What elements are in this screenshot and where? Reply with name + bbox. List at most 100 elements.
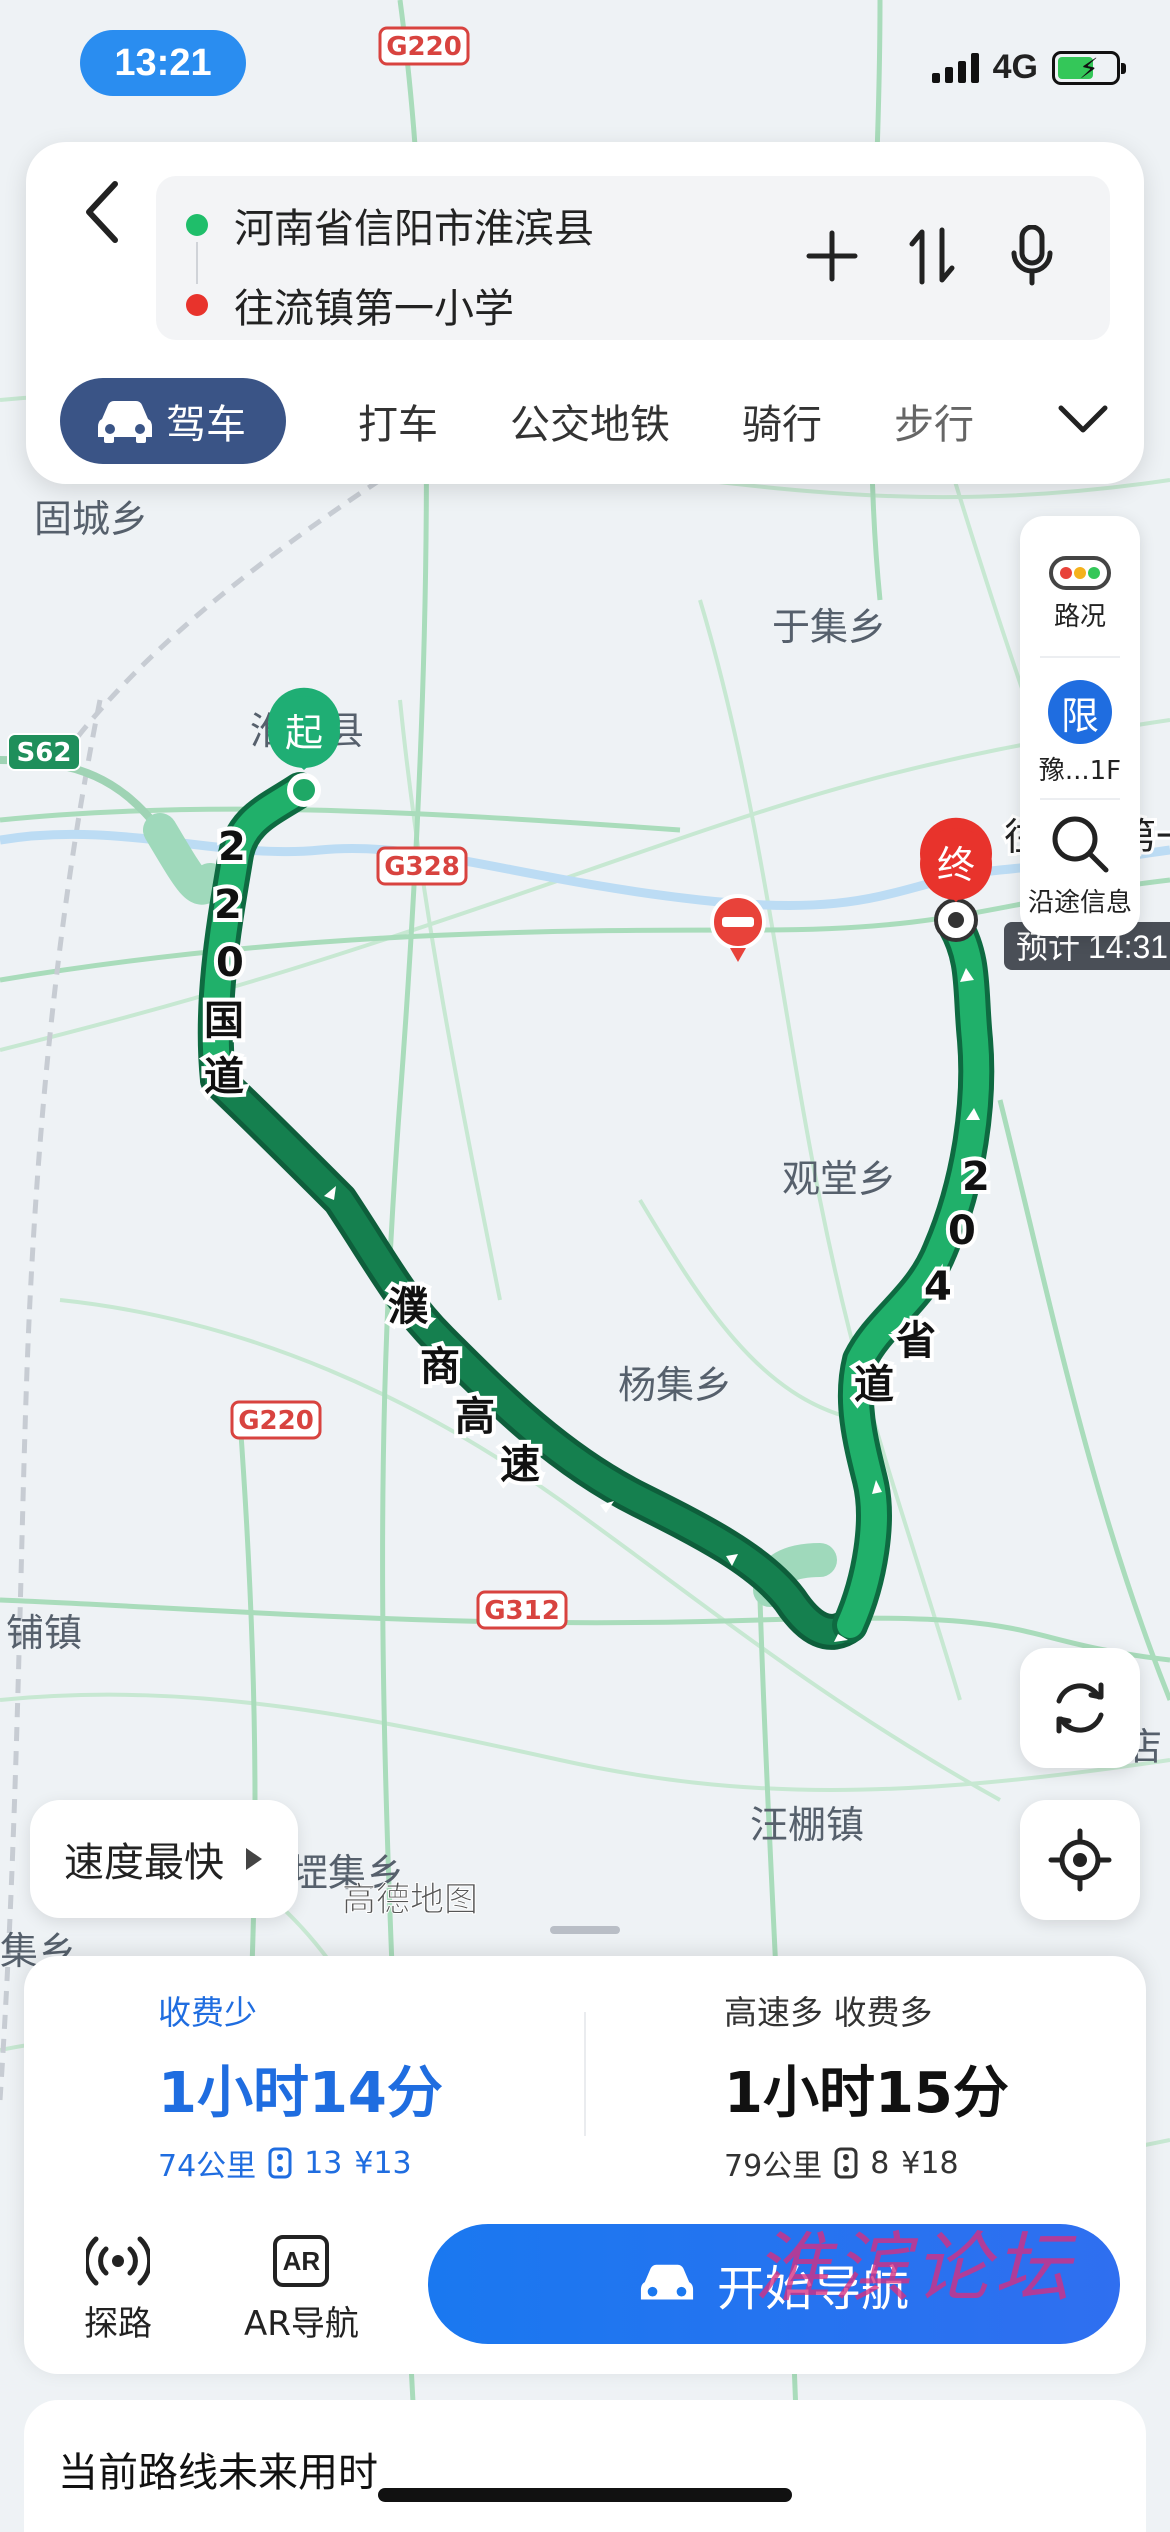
address-actions xyxy=(804,224,1060,288)
svg-text:G328: G328 xyxy=(384,852,460,882)
svg-text:G312: G312 xyxy=(484,1596,560,1626)
status-time: 13:21 xyxy=(80,30,246,96)
tab-drive-label: 驾车 xyxy=(166,402,246,448)
start-marker-label: 起 xyxy=(285,711,323,755)
tab-taxi[interactable]: 打车 xyxy=(322,378,474,464)
ar-nav-button[interactable]: AR AR导航 xyxy=(244,2226,359,2345)
route-label-west-3: 0 xyxy=(216,940,244,986)
traffic-light-icon xyxy=(1049,556,1111,590)
travel-mode-tabs: 驾车 打车 公交地铁 骑行 步行 xyxy=(60,378,1144,464)
route-label-south-2: 商 xyxy=(420,1344,460,1390)
add-waypoint-button[interactable] xyxy=(804,224,860,288)
route-option-1[interactable]: 收费少 1小时14分 74公里 13 ¥13 xyxy=(158,1986,443,2185)
future-time-title: 当前路线未来用时 xyxy=(58,2450,378,2496)
traffic-light-icon xyxy=(834,2147,858,2179)
search-icon xyxy=(1052,816,1109,873)
along-route-label: 沿途信息 xyxy=(1027,888,1132,918)
route-label-east-1: 2 xyxy=(962,1154,990,1200)
route-label-south-1: 濮 xyxy=(388,1284,429,1330)
origin-dot-icon xyxy=(186,214,208,236)
route-1-duration: 1小时14分 xyxy=(158,2061,443,2126)
shield-g312: G312 xyxy=(476,1590,568,1630)
home-indicator[interactable] xyxy=(378,2488,792,2502)
route-option-2[interactable]: 高速多 收费多 1小时15分 79公里 8 ¥18 xyxy=(724,1986,1009,2185)
route-2-toll: ¥18 xyxy=(901,2145,959,2181)
place-label: 固城乡 xyxy=(34,497,148,541)
swap-button[interactable] xyxy=(904,224,960,288)
place-label: 于集乡 xyxy=(772,605,886,649)
route-label-east-5: 道 xyxy=(854,1362,894,1408)
forum-watermark: 淮滨论坛 xyxy=(754,2223,1074,2312)
car-icon xyxy=(640,2264,694,2300)
route-2-meta: 79公里 8 ¥18 xyxy=(724,2141,1009,2185)
refresh-icon xyxy=(1056,1682,1104,1734)
refresh-route-button[interactable] xyxy=(1020,1648,1140,1768)
traffic-light-icon xyxy=(268,2147,292,2179)
destination-field[interactable]: 往流镇第一小学 xyxy=(186,276,514,334)
tab-bike[interactable]: 骑行 xyxy=(706,378,858,464)
future-time-card[interactable]: 当前路线未来用时 xyxy=(24,2400,1146,2532)
route-label-west-1: 2 xyxy=(218,824,246,870)
route-label-west-5: 道 xyxy=(204,1054,244,1100)
route-2-distance: 79公里 xyxy=(724,2149,823,2184)
place-label: 杨集乡 xyxy=(618,1363,732,1407)
route-label-east-4: 省 xyxy=(896,1318,936,1364)
ar-nav-label: AR导航 xyxy=(244,2304,359,2344)
route-preference-label: 速度最快 xyxy=(64,1840,224,1886)
back-button[interactable] xyxy=(66,172,136,252)
battery-icon: ⚡ xyxy=(1052,50,1126,85)
explore-label: 探路 xyxy=(84,2304,152,2344)
address-box: 河南省信阳市淮滨县 往流镇第一小学 xyxy=(156,176,1110,340)
restriction-icon: 限 xyxy=(1048,680,1112,744)
end-marker-label: 终 xyxy=(937,843,975,887)
svg-text:S62: S62 xyxy=(17,738,72,768)
shield-s62: S62 xyxy=(7,733,81,771)
chevron-down-icon xyxy=(1058,405,1108,433)
restriction-button[interactable]: 限 豫...1F xyxy=(1020,680,1140,787)
origin-field[interactable]: 河南省信阳市淮滨县 xyxy=(186,196,594,254)
locate-icon xyxy=(1048,1828,1112,1892)
route-2-lights: 8 xyxy=(870,2145,890,2181)
shield-g328: G328 xyxy=(376,846,468,886)
map-provider-logo: 高德地图 xyxy=(342,1880,479,1921)
route-label-south-3: 高 xyxy=(455,1394,495,1440)
sheet-grabber[interactable] xyxy=(550,1926,620,1934)
ar-icon: AR xyxy=(273,2235,330,2287)
route-1-lights: 13 xyxy=(304,2145,343,2181)
tab-drive[interactable]: 驾车 xyxy=(60,378,286,464)
route-search-card: 河南省信阳市淮滨县 往流镇第一小学 驾车 打车 公交地铁 骑行 步行 xyxy=(26,142,1144,484)
shield-g220-mid: G220 xyxy=(230,1400,322,1440)
along-route-button[interactable]: 沿途信息 xyxy=(1020,812,1140,919)
map-tools-panel: 路况 限 豫...1F 沿途信息 xyxy=(1020,516,1140,936)
tab-walk[interactable]: 步行 xyxy=(858,378,1010,464)
route-1-meta: 74公里 13 ¥13 xyxy=(158,2141,443,2185)
traffic-label: 路况 xyxy=(1053,602,1106,632)
route-divider xyxy=(584,2012,586,2136)
locate-button[interactable] xyxy=(1020,1800,1140,1920)
route-1-toll: ¥13 xyxy=(354,2145,412,2181)
explore-button[interactable]: 探路 xyxy=(84,2226,152,2345)
origin-text: 河南省信阳市淮滨县 xyxy=(234,206,594,252)
shield-g220-top: G220 xyxy=(378,26,470,66)
play-triangle-icon xyxy=(246,1848,262,1870)
route-1-tag: 收费少 xyxy=(158,1993,257,2032)
voice-button[interactable] xyxy=(1004,224,1060,288)
tab-transit[interactable]: 公交地铁 xyxy=(474,378,706,464)
route-preference-button[interactable]: 速度最快 xyxy=(30,1800,298,1918)
place-label: 铺镇 xyxy=(6,1611,82,1655)
svg-text:G220: G220 xyxy=(386,32,462,62)
more-modes-button[interactable] xyxy=(1048,384,1118,454)
network-type: 4G xyxy=(992,48,1038,86)
route-2-duration: 1小时15分 xyxy=(724,2061,1009,2126)
route-label-west-4: 国 xyxy=(204,998,244,1044)
back-arrow-icon xyxy=(86,181,118,243)
microphone-icon xyxy=(1011,225,1053,286)
route-1-distance: 74公里 xyxy=(158,2149,257,2184)
plus-icon xyxy=(806,230,858,282)
route-label-south-4: 速 xyxy=(500,1442,540,1488)
place-label: 观堂乡 xyxy=(782,1157,896,1201)
traffic-toggle[interactable]: 路况 xyxy=(1020,556,1140,633)
route-label-east-2: 0 xyxy=(948,1208,976,1254)
route-label-west-2: 2 xyxy=(214,882,242,928)
route-2-tag: 高速多 收费多 xyxy=(724,1993,933,2032)
